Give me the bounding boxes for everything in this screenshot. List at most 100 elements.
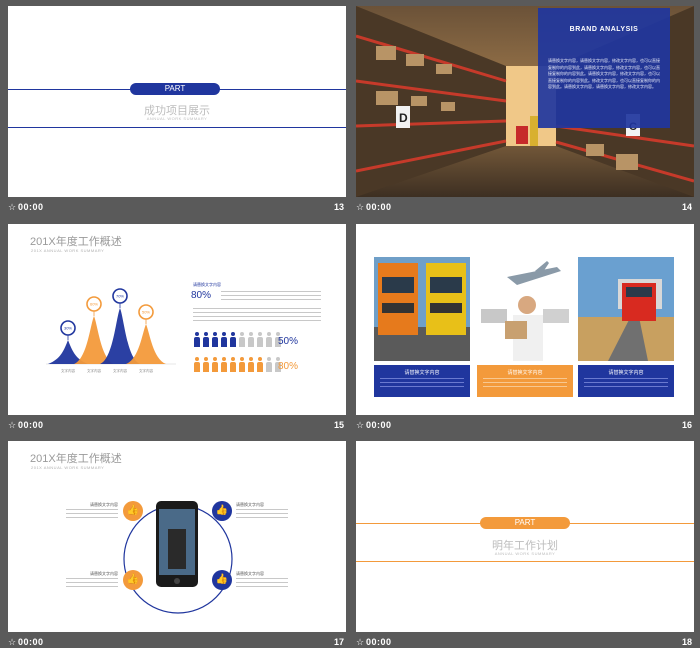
right-heading: 请替换文字内容 xyxy=(193,282,221,287)
person-icon xyxy=(256,332,264,348)
chart-data-label: 70% xyxy=(116,294,124,299)
placeholder-text xyxy=(483,378,567,390)
person-icon xyxy=(193,332,201,348)
slide-duration: 00:00 xyxy=(18,202,44,212)
divider-line xyxy=(8,127,346,128)
people-icons-row-orange xyxy=(193,357,283,373)
slide-number: 16 xyxy=(681,420,692,430)
section-subtitle: ANNUAL WORK SUMMARY xyxy=(494,551,556,556)
caption-title: 请替换文字内容 xyxy=(608,370,644,376)
slide-subtitle: 201X ANNUAL WORK SUMMARY xyxy=(31,248,105,253)
slide-duration: 00:00 xyxy=(366,202,392,212)
courier-photo xyxy=(477,257,573,361)
person-icon xyxy=(247,332,255,348)
slide-footer: ☆ 00:00 14 xyxy=(356,199,694,217)
person-icon xyxy=(238,357,246,373)
placeholder-text xyxy=(66,578,118,590)
slide-15: 201X年度工作概述 201X ANNUAL WORK SUMMARY 30% 文… xyxy=(8,224,346,415)
star-icon: ☆ xyxy=(356,202,365,212)
peak-chart: 30% 文字内容 60% 文字内容 70% 文字内容 50% 文字内容 xyxy=(46,288,176,373)
red-truck-photo xyxy=(578,257,674,361)
placeholder-text xyxy=(236,578,288,590)
person-icon xyxy=(229,332,237,348)
slide-14: D C BRAND ANALYSIS 请替换文字内容，请替换文字内容，修改文字内… xyxy=(356,6,694,197)
thumbs-up-icon: 👍 xyxy=(212,501,232,521)
star-icon: ☆ xyxy=(8,637,17,647)
slide-18: PART 明年工作计划 ANNUAL WORK SUMMARY xyxy=(356,441,694,632)
slide-subtitle: 201X ANNUAL WORK SUMMARY xyxy=(31,465,105,470)
slide-title: 201X年度工作概述 xyxy=(30,236,122,248)
caption-title: 请替换文字内容 xyxy=(404,370,440,376)
person-icon xyxy=(238,332,246,348)
person-icon xyxy=(220,357,228,373)
chart-category-label: 文字内容 xyxy=(87,368,101,373)
caption-title: 请替换文字内容 xyxy=(507,370,543,376)
slide-footer: ☆ 00:00 18 xyxy=(356,634,694,648)
caption-box: 请替换文字内容 xyxy=(477,365,573,397)
placeholder-text xyxy=(221,291,321,303)
placeholder-text xyxy=(380,378,464,390)
divider-line xyxy=(356,561,694,562)
truck-photo xyxy=(374,257,470,361)
slide-footer: ☆ 00:00 13 xyxy=(8,199,346,217)
placeholder-text xyxy=(193,308,321,324)
brand-analysis-text: 请替换文字内容，请替换文字内容，修改文字内容，也可以直接复制你的内容到此，请替换… xyxy=(548,58,660,89)
thumbs-up-icon: 👍 xyxy=(123,570,143,590)
person-icon xyxy=(220,332,228,348)
person-icon xyxy=(247,357,255,373)
placeholder-text xyxy=(584,378,668,390)
chart-peak xyxy=(100,308,140,364)
person-icon xyxy=(256,357,264,373)
chart-data-label: 60% xyxy=(90,302,98,307)
person-icon xyxy=(202,357,210,373)
slide-number: 18 xyxy=(681,637,692,647)
stat-80-percent: 80% xyxy=(191,290,212,301)
person-icon xyxy=(229,357,237,373)
person-icon xyxy=(265,332,273,348)
brand-analysis-box: BRAND ANALYSIS 请替换文字内容，请替换文字内容，修改文字内容，也可… xyxy=(538,8,670,128)
slide-duration: 00:00 xyxy=(366,637,392,647)
star-icon: ☆ xyxy=(8,420,17,430)
person-icon xyxy=(202,332,210,348)
chart-category-label: 文字内容 xyxy=(113,368,127,373)
slide-footer: ☆ 00:00 15 xyxy=(8,417,346,435)
people-stat-1: 50% xyxy=(278,336,299,347)
caption-box: 请替换文字内容 xyxy=(578,365,674,397)
part-pill: PART xyxy=(480,517,570,529)
slide-number: 14 xyxy=(681,202,692,212)
chart-category-label: 文字内容 xyxy=(139,368,153,373)
item-label: 请替换文字内容 xyxy=(90,502,118,507)
slide-16: 请替换文字内容 请替换文字内容 请替换文字内容 xyxy=(356,224,694,415)
chart-data-label: 30% xyxy=(64,326,72,331)
chart-data-label: 50% xyxy=(142,310,150,315)
brand-analysis-title: BRAND ANALYSIS xyxy=(569,26,639,33)
slide-footer: ☆ 00:00 17 xyxy=(8,634,346,648)
slide-duration: 00:00 xyxy=(18,637,44,647)
slide-number: 17 xyxy=(333,637,344,647)
item-label: 请替换文字内容 xyxy=(90,571,118,576)
star-icon: ☆ xyxy=(8,202,17,212)
part-pill: PART xyxy=(130,83,220,95)
slide-title: 201X年度工作概述 xyxy=(30,453,122,465)
person-icon xyxy=(211,332,219,348)
section-subtitle: ANNUAL WORK SUMMARY xyxy=(146,116,208,121)
people-icons-row-blue xyxy=(193,332,283,348)
star-icon: ☆ xyxy=(356,637,365,647)
person-icon xyxy=(193,357,201,373)
thumbs-up-icon: 👍 xyxy=(123,501,143,521)
item-label: 请替换文字内容 xyxy=(236,502,264,507)
slide-number: 13 xyxy=(333,202,344,212)
item-label: 请替换文字内容 xyxy=(236,571,264,576)
placeholder-text xyxy=(236,509,288,521)
slide-duration: 00:00 xyxy=(18,420,44,430)
slide-footer: ☆ 00:00 16 xyxy=(356,417,694,435)
chart-category-label: 文字内容 xyxy=(61,368,75,373)
svg-text:D: D xyxy=(399,111,408,125)
placeholder-text xyxy=(66,509,118,521)
star-icon: ☆ xyxy=(356,420,365,430)
slide-17: 201X年度工作概述 201X ANNUAL WORK SUMMARY 👍 👍 … xyxy=(8,441,346,632)
slide-duration: 00:00 xyxy=(366,420,392,430)
slide-13: PART 成功项目展示 ANNUAL WORK SUMMARY xyxy=(8,6,346,197)
person-icon xyxy=(265,357,273,373)
slide-number: 15 xyxy=(333,420,344,430)
